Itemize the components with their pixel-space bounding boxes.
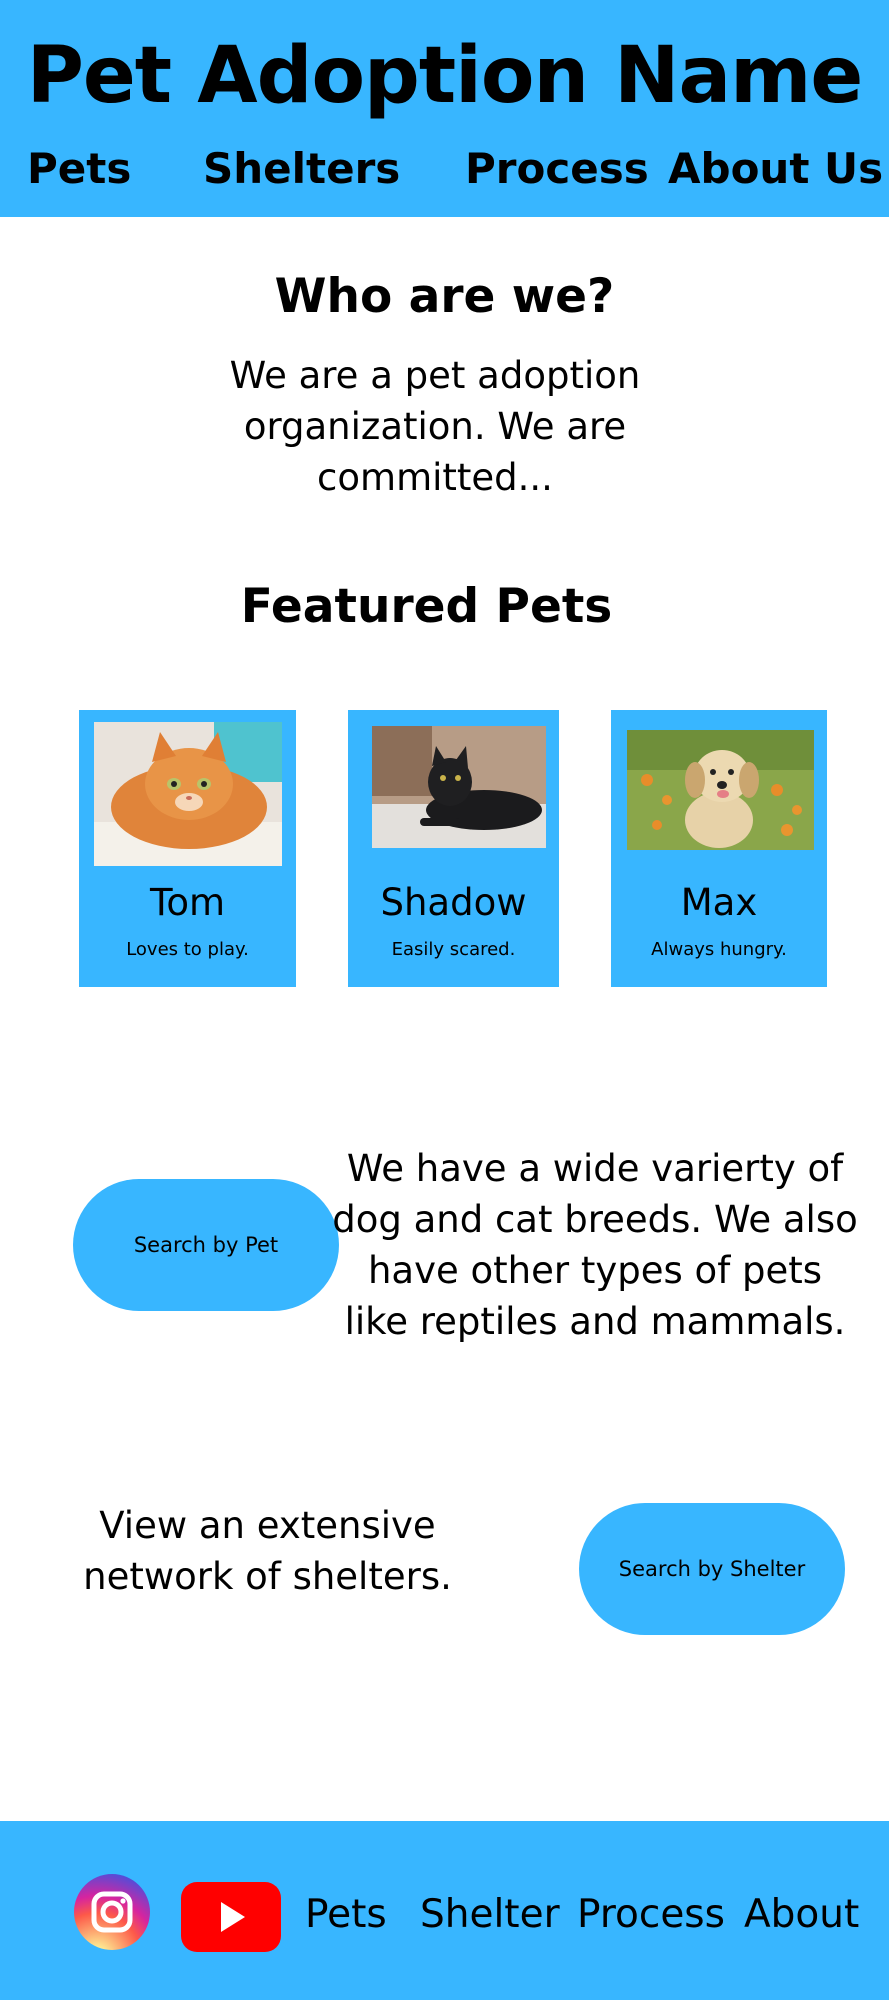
shelter-network-line: View an extensive [99,1504,436,1547]
about-line: We are a pet adoption [229,354,641,397]
youtube-icon[interactable] [181,1882,281,1952]
about-heading: Who are we? [274,269,615,324]
pet-description: Loves to play. [126,939,249,960]
instagram-icon[interactable] [74,1874,150,1950]
footer-link-shelter[interactable]: Shelter [420,1890,560,1940]
pet-variety-line: like reptiles and mammals. [344,1300,846,1343]
nav-shelters[interactable]: Shelters [203,143,400,195]
pet-variety-line: dog and cat breeds. We also [332,1198,858,1241]
featured-heading: Featured Pets [240,579,613,634]
search-by-pet-button[interactable]: Search by Pet [73,1179,339,1311]
footer-link-pets[interactable]: Pets [305,1890,387,1940]
pet-card-max[interactable]: Max Always hungry. [611,710,827,987]
pet-card-tom[interactable]: Tom Loves to play. [79,710,296,987]
shelter-network-text: View an extensive network of shelters. [60,1500,475,1602]
pet-variety-text: We have a wide varierty of dog and cat b… [330,1143,860,1347]
footer-link-about[interactable]: About [744,1890,859,1940]
pet-card-shadow[interactable]: Shadow Easily scared. [348,710,559,987]
pet-name: Shadow [380,881,527,924]
pet-photo [627,730,814,850]
pet-description: Always hungry. [651,939,787,960]
search-by-shelter-button[interactable]: Search by Shelter [579,1503,845,1635]
pet-description: Easily scared. [391,939,516,960]
pet-variety-line: have other types of pets [367,1249,823,1292]
pet-photo [94,722,282,866]
nav-process[interactable]: Process [465,143,649,195]
about-line: organization. We are [243,405,627,448]
pet-name: Max [680,881,758,924]
footer-link-process[interactable]: Process [577,1890,725,1940]
about-line: committed... [317,456,553,499]
site-title: Pet Adoption Name [26,31,864,121]
pet-photo [372,726,546,848]
pet-name: Tom [150,881,225,924]
nav-pets[interactable]: Pets [27,143,131,195]
about-text: We are a pet adoption organization. We a… [200,350,670,503]
pet-variety-line: We have a wide varierty of [346,1147,844,1190]
shelter-network-line: network of shelters. [83,1555,452,1598]
nav-about-us[interactable]: About Us [668,143,883,195]
